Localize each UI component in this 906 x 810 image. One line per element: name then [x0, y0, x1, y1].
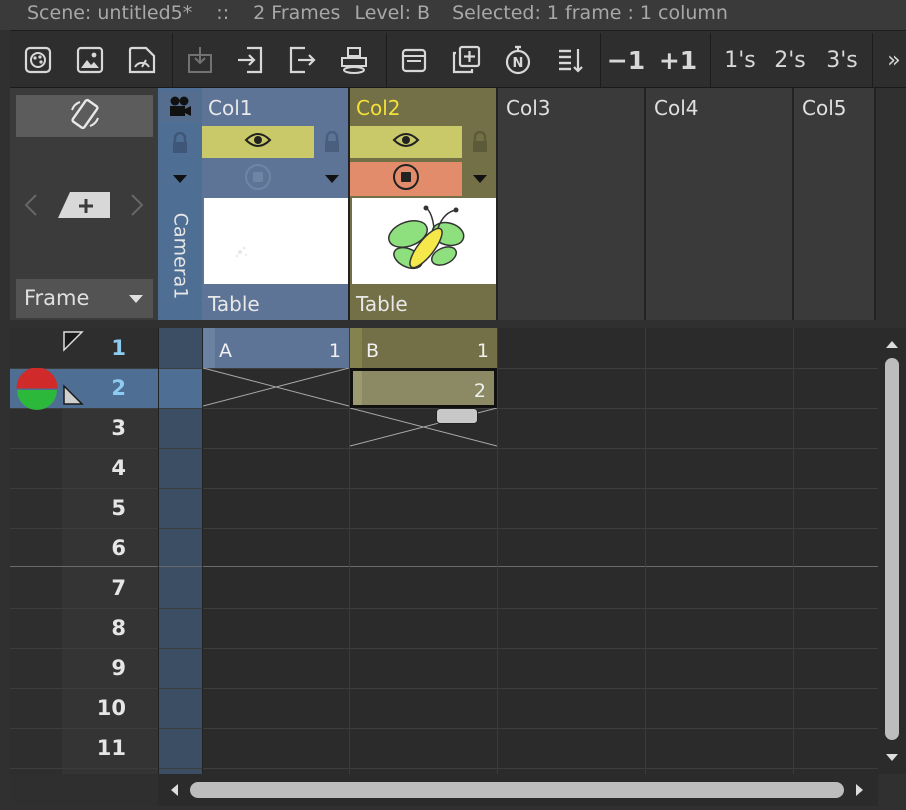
stopwatch-icon[interactable]: N [500, 31, 536, 89]
horizontal-scrollbar[interactable] [158, 774, 878, 806]
row-number: 11 [96, 736, 126, 760]
camera-column-menu-arrow[interactable] [173, 175, 187, 183]
add-key-icon[interactable] [56, 190, 112, 220]
drag-handle[interactable] [436, 408, 478, 424]
decrement-button[interactable]: −1 [606, 31, 646, 89]
lock-icon[interactable] [464, 126, 496, 158]
reframe-1s-button[interactable]: 1's [720, 31, 760, 89]
horizontal-scroll-thumb[interactable] [190, 782, 844, 798]
column-name-col3: Col3 [506, 96, 551, 120]
column-menu-col1[interactable] [316, 162, 348, 196]
prev-key-button[interactable] [20, 192, 42, 218]
import-icon[interactable] [232, 31, 268, 89]
gauge-icon[interactable] [124, 31, 160, 89]
reframe-3s-button[interactable]: 3's [822, 31, 862, 89]
eye-icon [244, 131, 272, 153]
camera-column-label: Camera1 [169, 212, 191, 300]
row-number: 7 [111, 576, 126, 600]
thumbnail-col1 [204, 198, 348, 284]
rotate-icon [68, 98, 102, 134]
row-number: 6 [111, 536, 126, 560]
xsheet-toolbar: N −1 +1 1's 2's 3's » [10, 30, 906, 88]
column-name-col2: Col2 [356, 96, 401, 120]
lock-icon[interactable] [160, 126, 200, 160]
camstand-toggle-col1[interactable] [202, 162, 314, 196]
row-number: 3 [111, 416, 126, 440]
level-end-marker-col1 [202, 367, 350, 408]
vertical-scrollbar[interactable] [878, 328, 906, 774]
frame-zoom-select[interactable]: Frame [16, 279, 153, 318]
thumbnail-col2 [352, 198, 496, 284]
frame-zoom-value: Frame [24, 286, 90, 310]
cell-level-name: B [366, 340, 380, 362]
chevron-down-icon [325, 175, 339, 183]
eye-icon [392, 131, 420, 153]
cell-frame-number: 2 [473, 380, 486, 402]
orientation-toggle-button[interactable] [16, 95, 153, 137]
duplicate-icon[interactable] [448, 31, 484, 89]
title-separator: :: [216, 2, 230, 24]
column-header-col1[interactable]: Col1 Table [202, 88, 350, 320]
row-number: 10 [96, 696, 126, 720]
column-name-col5: Col5 [802, 96, 847, 120]
scroll-right-icon[interactable] [854, 782, 866, 798]
chevron-down-icon [473, 175, 487, 183]
image-icon[interactable] [72, 31, 108, 89]
camstand-icon [243, 162, 273, 196]
scroll-down-icon[interactable] [884, 752, 900, 764]
svg-text:N: N [513, 56, 524, 71]
pegbar-label-col2: Table [356, 292, 408, 316]
cell-level-name: A [219, 340, 232, 362]
row-number: 1 [111, 336, 126, 360]
viewer-icon[interactable] [336, 31, 372, 89]
more-button[interactable]: » [882, 31, 906, 89]
camstand-icon [391, 162, 421, 196]
selection-info: Selected: 1 frame : 1 column [452, 2, 728, 24]
current-level: Level: B [354, 2, 431, 24]
reframe-2s-button[interactable]: 2's [770, 31, 810, 89]
row-number: 8 [111, 616, 126, 640]
column-name-col4: Col4 [654, 96, 699, 120]
row-number: 2 [111, 376, 126, 400]
row-number: 4 [111, 456, 126, 480]
next-key-button[interactable] [126, 192, 148, 218]
export-icon[interactable] [284, 31, 320, 89]
column-header-col2[interactable]: Col2 Table [350, 88, 498, 320]
cell-col2-row1[interactable]: B 1 [350, 328, 497, 368]
row-number: 5 [111, 496, 126, 520]
camstand-toggle-col2[interactable] [350, 162, 462, 196]
column-header-col4[interactable]: Col4 [646, 88, 794, 320]
bottom-left-spacer [10, 774, 158, 806]
cell-frame-number: 1 [328, 340, 341, 362]
cell-col2-row2-selected[interactable]: 2 [350, 368, 497, 408]
column-header-col5[interactable]: Col5 [794, 88, 876, 320]
scroll-left-icon[interactable] [168, 782, 180, 798]
cell-col1-row1[interactable]: A 1 [203, 328, 349, 368]
window-icon[interactable] [396, 31, 432, 89]
scroll-up-icon[interactable] [884, 338, 900, 350]
collapse-icon[interactable] [182, 31, 218, 89]
increment-button[interactable]: +1 [658, 31, 698, 89]
preview-toggle-col2[interactable] [350, 126, 462, 158]
camera-column-header[interactable]: Camera1 [158, 88, 202, 320]
palette-icon[interactable] [20, 31, 56, 89]
column-menu-col2[interactable] [464, 162, 496, 196]
scene-name: Scene: untitled5* [27, 2, 193, 24]
chevron-down-icon [129, 295, 143, 303]
vertical-scroll-thumb[interactable] [885, 358, 899, 740]
lock-icon[interactable] [316, 126, 348, 158]
column-header-col3[interactable]: Col3 [498, 88, 646, 320]
column-name-col1: Col1 [208, 96, 253, 120]
camera-icon[interactable] [160, 92, 200, 122]
row-number: 9 [111, 656, 126, 680]
preview-toggle-col1[interactable] [202, 126, 314, 158]
frame-count: 2 Frames [253, 2, 341, 24]
cell-frame-number: 1 [476, 340, 489, 362]
pegbar-label-col1: Table [208, 292, 260, 316]
title-bar: Scene: untitled5* :: 2 Frames Level: B S… [0, 0, 906, 30]
xsheet-cell-area[interactable]: 1 2 3 4 5 6 7 8 9 10 11 A 1 B 1 2 [10, 328, 878, 774]
sort-icon[interactable] [552, 31, 588, 89]
